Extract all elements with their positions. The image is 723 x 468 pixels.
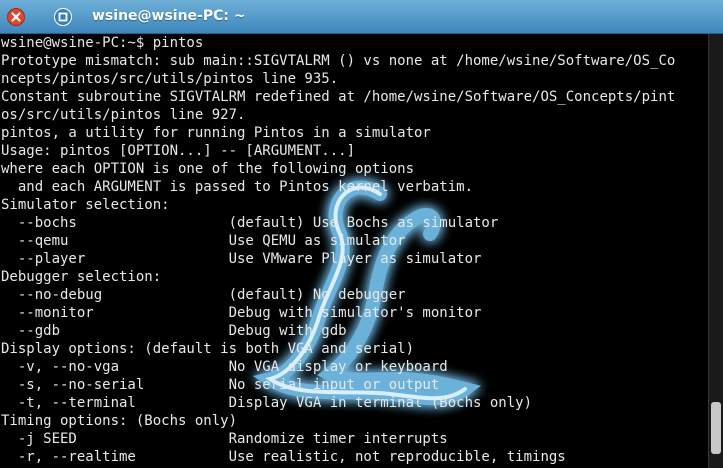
terminal-line: ncepts/pintos/src/utils/pintos line 935. bbox=[1, 71, 339, 87]
terminal-line: Constant subroutine SIGVTALRM redefined … bbox=[1, 89, 676, 105]
terminal-line: -j SEED Randomize timer interrupts bbox=[1, 431, 448, 447]
maximize-icon[interactable] bbox=[54, 8, 72, 26]
terminal-line: --monitor Debug with simulator's monitor bbox=[1, 305, 482, 321]
close-icon[interactable] bbox=[7, 8, 25, 26]
terminal-line: os/src/utils/pintos line 927. bbox=[1, 107, 246, 123]
terminal-line: pintos, a utility for running Pintos in … bbox=[1, 125, 431, 141]
terminal-line: --player Use VMware Player as simulator bbox=[1, 251, 482, 267]
terminal-line: Debugger selection: bbox=[1, 269, 162, 285]
terminal-line: --bochs (default) Use Bochs as simulator bbox=[1, 215, 499, 231]
terminal-line: -v, --no-vga No VGA display or keyboard bbox=[1, 359, 448, 375]
terminal-line: -r, --realtime Use realistic, not reprod… bbox=[1, 449, 566, 465]
terminal-line: Usage: pintos [OPTION...] -- [ARGUMENT..… bbox=[1, 143, 356, 159]
window-title: wsine@wsine-PC: ~ bbox=[92, 8, 246, 24]
terminal-line: Display options: (default is both VGA an… bbox=[1, 341, 415, 357]
terminal-line: wsine@wsine-PC:~$ pintos bbox=[1, 35, 204, 51]
vertical-scrollbar[interactable] bbox=[708, 34, 723, 468]
terminal-line: --no-debug (default) No debugger bbox=[1, 287, 406, 303]
scrollbar-thumb[interactable] bbox=[711, 402, 721, 454]
terminal-line: --gdb Debug with gdb bbox=[1, 323, 347, 339]
title-bar[interactable]: wsine@wsine-PC: ~ bbox=[0, 0, 723, 34]
terminal-output[interactable]: wsine@wsine-PC:~$ pintos Prototype misma… bbox=[0, 34, 709, 468]
terminal-line: Simulator selection: bbox=[1, 197, 170, 213]
terminal-line: and each ARGUMENT is passed to Pintos ke… bbox=[1, 179, 474, 195]
terminal-line: -s, --no-serial No serial input or outpu… bbox=[1, 377, 440, 393]
terminal-line: -t, --terminal Display VGA in terminal (… bbox=[1, 395, 533, 411]
terminal-line: Timing options: (Bochs only) bbox=[1, 413, 238, 429]
terminal-line: where each OPTION is one of the followin… bbox=[1, 161, 415, 177]
terminal-line: Prototype mismatch: sub main::SIGVTALRM … bbox=[1, 53, 676, 69]
terminal-line: --qemu Use QEMU as simulator bbox=[1, 233, 406, 249]
